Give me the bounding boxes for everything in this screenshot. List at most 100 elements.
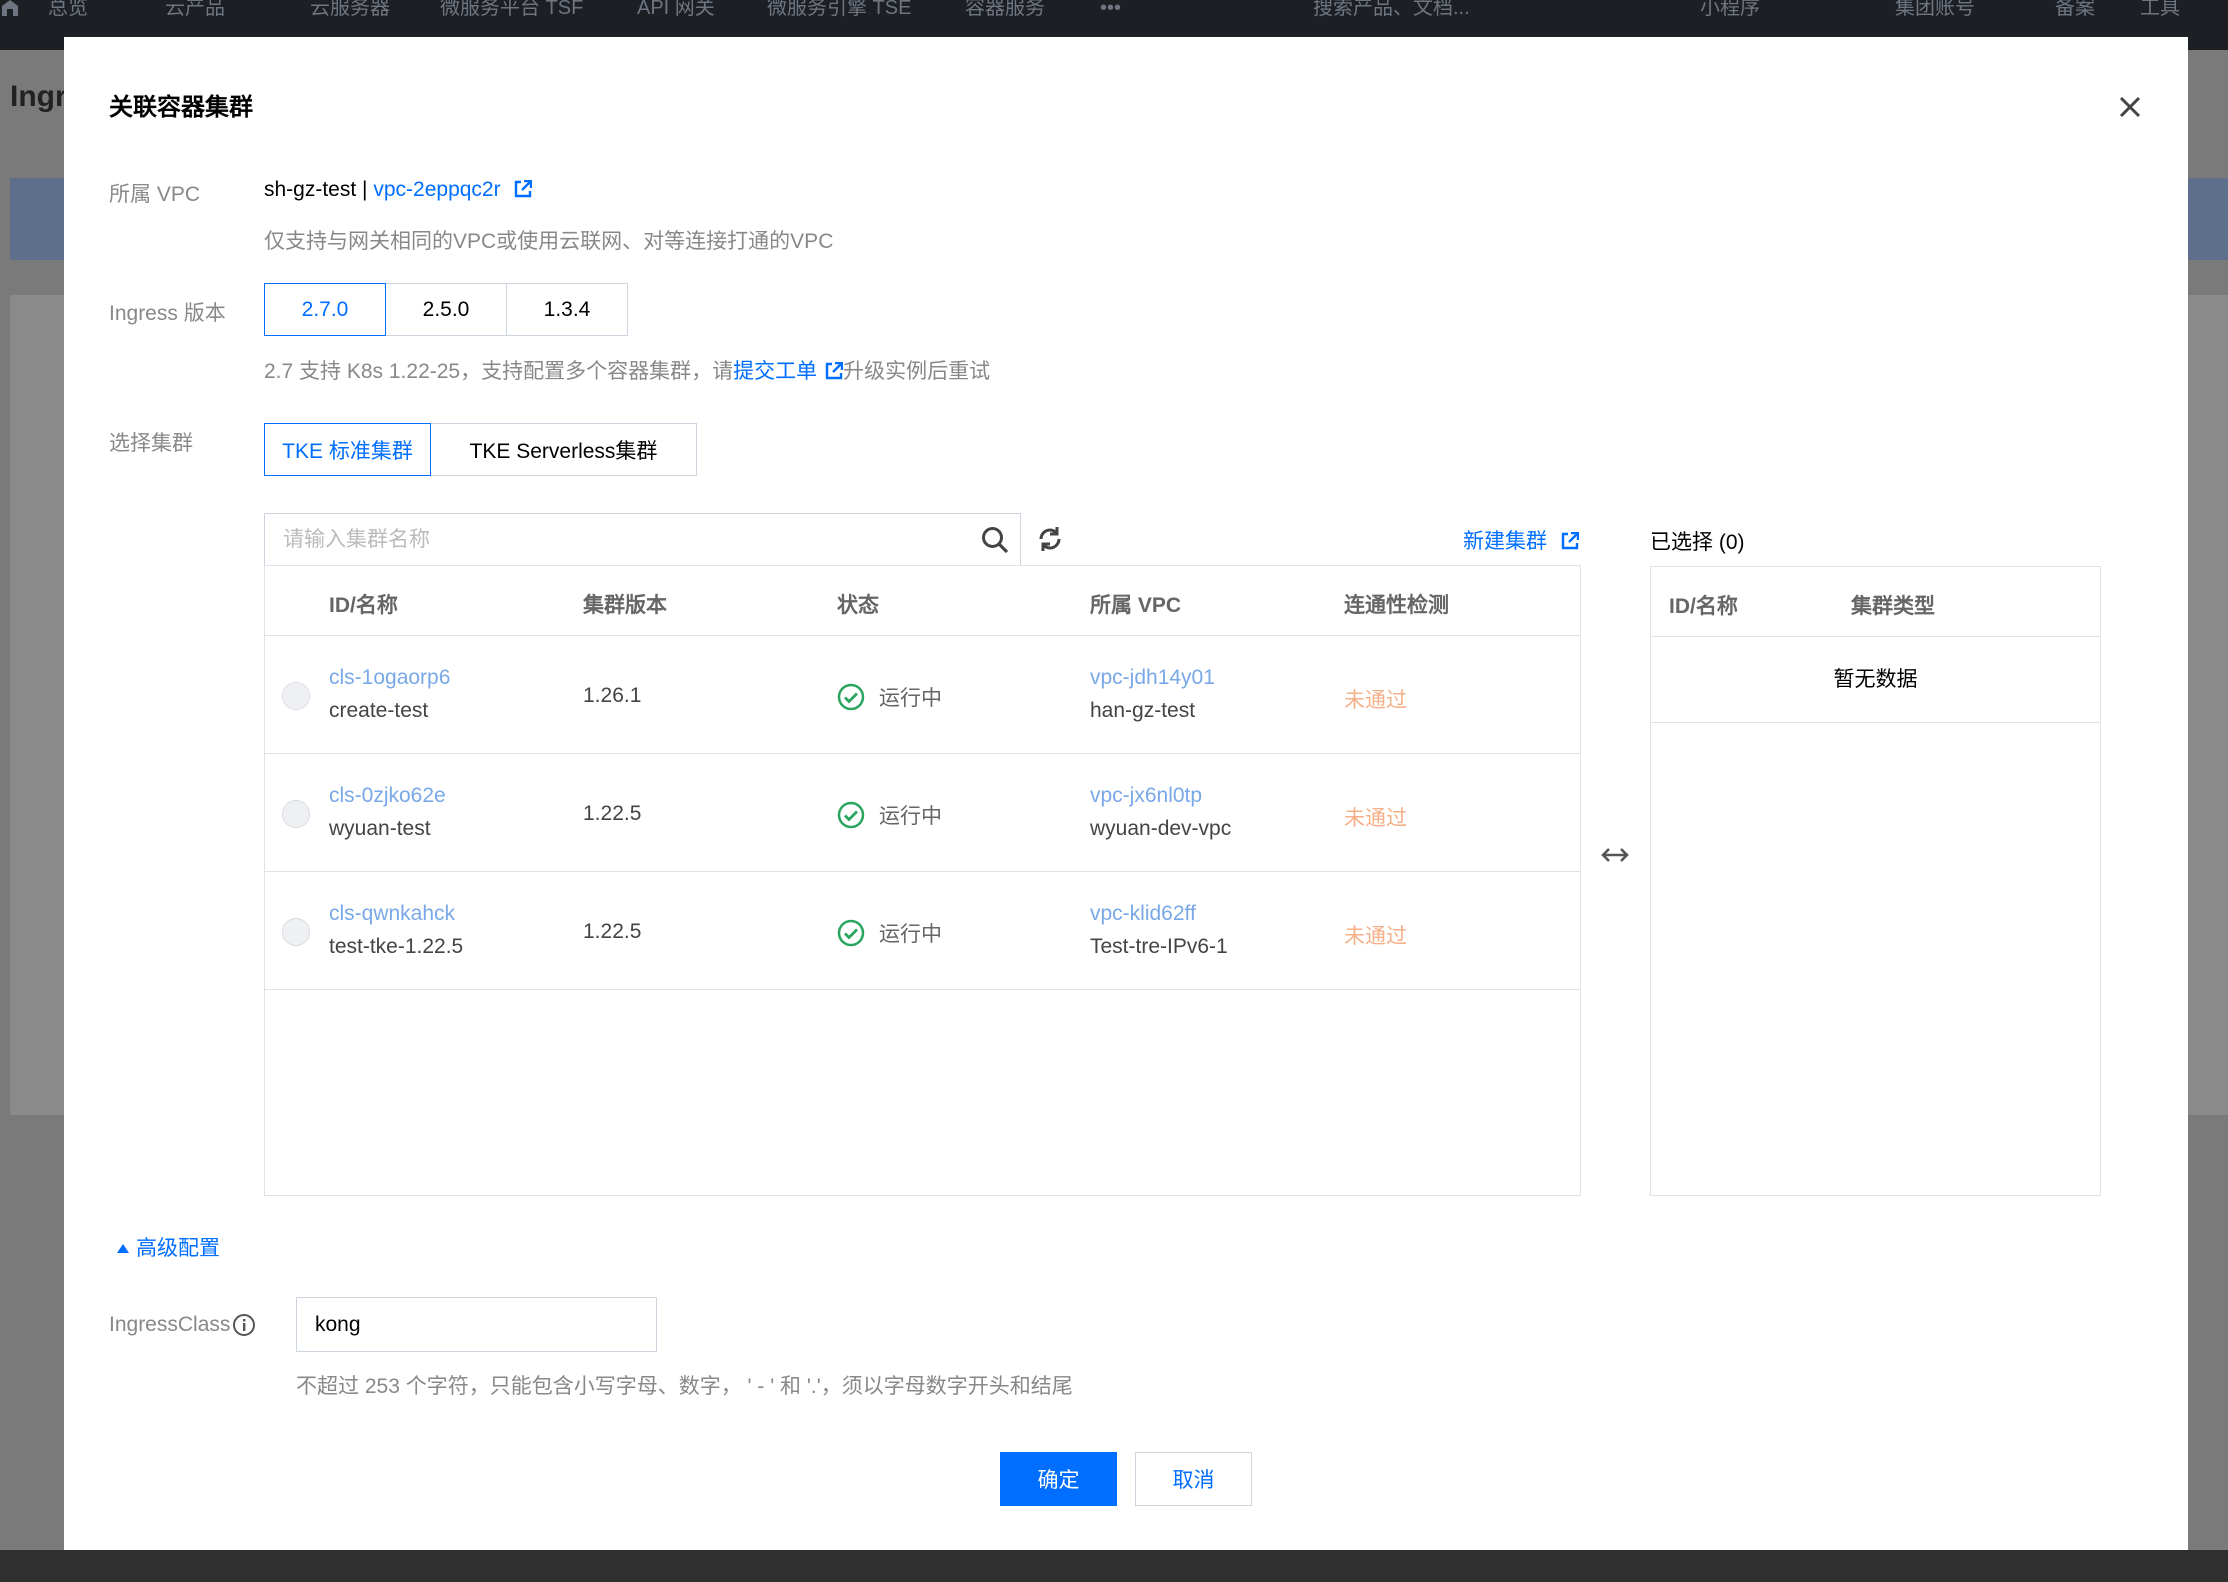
ingress-class-label: IngressClass (109, 1313, 256, 1337)
vpc-name: sh-gz-test (264, 178, 357, 201)
close-icon[interactable] (2114, 91, 2146, 123)
nav-more[interactable]: ••• (1100, 0, 1121, 18)
version-hint-suffix: 升级实例后重试 (843, 360, 991, 383)
external-link-icon[interactable] (1561, 532, 1579, 550)
nav-beian[interactable]: 备案 (2055, 0, 2095, 18)
cluster-version: 1.22.5 (583, 802, 642, 825)
home-icon[interactable] (0, 0, 20, 16)
col-vpc: 所属 VPC (1090, 594, 1182, 617)
check-circle-icon (837, 683, 865, 711)
external-link-icon[interactable] (514, 180, 533, 198)
table-row[interactable]: cls-1ogaorp6 create-test 1.26.1 运行中 vpc-… (265, 636, 1580, 754)
nav-account[interactable]: 集团账号 (1895, 0, 1975, 18)
col-selected-id-name: ID/名称 (1669, 595, 1738, 618)
confirm-button[interactable]: 确定 (1000, 1452, 1117, 1506)
version-option-2-7-0[interactable]: 2.7.0 (264, 283, 386, 336)
table-row[interactable]: cls-qwnkahck test-tke-1.22.5 1.22.5 运行中 … (265, 872, 1580, 990)
advanced-config-label[interactable]: 高级配置 (136, 1237, 220, 1260)
refresh-icon[interactable] (1036, 525, 1064, 553)
transfer-arrows-icon (1601, 848, 1629, 862)
vpc-separator: | (362, 178, 368, 201)
nav-cvm[interactable]: 云服务器 (310, 0, 390, 18)
caret-up-icon[interactable] (116, 1242, 130, 1254)
nav-miniprogram[interactable]: 小程序 (1700, 0, 1760, 18)
ingress-class-hint: 不超过 253 个字符，只能包含小写字母、数字， ' - ' 和 '.'，须以字… (296, 1375, 1073, 1398)
cluster-status: 运行中 (837, 800, 942, 830)
nav-tse[interactable]: 微服务引擎 TSE (767, 0, 911, 18)
ingress-class-field[interactable] (296, 1297, 657, 1352)
new-cluster-label[interactable]: 新建集群 (1463, 530, 1547, 553)
nav-api-gateway[interactable]: API 网关 (637, 0, 715, 18)
table-row[interactable]: cls-0zjko62e wyuan-test 1.22.5 运行中 vpc-j… (265, 754, 1580, 872)
cluster-id-link[interactable]: cls-1ogaorp6 (329, 666, 450, 690)
cluster-id-link[interactable]: cls-qwnkahck (329, 902, 455, 926)
select-cluster-label: 选择集群 (109, 432, 193, 455)
selected-table: ID/名称 集群类型 暂无数据 (1650, 566, 2101, 1196)
info-icon[interactable] (232, 1313, 256, 1337)
tab-tke-standard[interactable]: TKE 标准集群 (264, 423, 431, 476)
ingress-class-input[interactable] (315, 1312, 635, 1337)
ingress-class-label-text: IngressClass (109, 1313, 231, 1336)
connectivity-status: 未通过 (1344, 807, 1407, 830)
submit-ticket-link[interactable]: 提交工单 (733, 360, 817, 383)
tab-tke-serverless[interactable]: TKE Serverless集群 (430, 423, 697, 476)
vpc-hint: 仅支持与网关相同的VPC或使用云联网、对等连接打通的VPC (264, 230, 834, 253)
empty-state: 暂无数据 (1651, 637, 2100, 723)
col-connectivity: 连通性检测 (1344, 594, 1449, 617)
vpc-id-link[interactable]: vpc-jx6nl0tp (1090, 784, 1202, 808)
col-version: 集群版本 (583, 594, 667, 617)
new-cluster-link[interactable]: 新建集群 (1463, 525, 1579, 555)
ingress-version-label: Ingress 版本 (109, 302, 226, 325)
version-option-1-3-4[interactable]: 1.3.4 (506, 283, 628, 336)
page-title: Ingr (10, 80, 67, 113)
search-icon[interactable] (980, 525, 1010, 555)
bottom-bar (0, 1550, 2228, 1582)
cluster-status: 运行中 (837, 682, 942, 712)
advanced-config-toggle[interactable]: 高级配置 (116, 1232, 220, 1262)
nav-search[interactable]: 搜索产品、文档... (1313, 0, 1470, 18)
version-hint-text: 2.7 支持 K8s 1.22-25，支持配置多个容器集群，请 (264, 360, 734, 383)
vpc-id-link[interactable]: vpc-2eppqc2r (373, 178, 500, 201)
cluster-name: test-tke-1.22.5 (329, 935, 464, 958)
nav-products[interactable]: 云产品 (165, 0, 225, 18)
connectivity-status: 未通过 (1344, 925, 1407, 948)
connectivity-status: 未通过 (1344, 689, 1407, 712)
vpc-name: Test-tre-IPv6-1 (1090, 935, 1228, 958)
table-header: ID/名称 集群版本 状态 所属 VPC 连通性检测 (265, 566, 1580, 636)
nav-tsf[interactable]: 微服务平台 TSF (440, 0, 583, 18)
status-text: 运行中 (879, 923, 942, 946)
vpc-id-link[interactable]: vpc-jdh14y01 (1090, 666, 1215, 690)
row-radio[interactable] (282, 682, 310, 710)
vpc-value: sh-gz-test | vpc-2eppqc2r (264, 178, 533, 202)
col-status: 状态 (837, 594, 879, 617)
cluster-search-box[interactable] (264, 513, 1021, 566)
nav-tke[interactable]: 容器服务 (965, 0, 1045, 18)
version-option-2-5-0[interactable]: 2.5.0 (385, 283, 507, 336)
row-radio[interactable] (282, 800, 310, 828)
nav-tools[interactable]: 工具 (2140, 0, 2180, 18)
col-cluster-type: 集群类型 (1851, 595, 1935, 618)
cluster-table: ID/名称 集群版本 状态 所属 VPC 连通性检测 cls-1ogaorp6 … (264, 565, 1581, 1196)
ingress-version-hint: 2.7 支持 K8s 1.22-25，支持配置多个容器集群，请提交工单 升级实例后… (264, 355, 990, 385)
check-circle-icon (837, 919, 865, 947)
status-text: 运行中 (879, 805, 942, 828)
check-circle-icon (837, 801, 865, 829)
vpc-name: han-gz-test (1090, 699, 1196, 722)
cluster-version: 1.22.5 (583, 920, 642, 943)
associate-cluster-dialog: 关联容器集群 所属 VPC sh-gz-test | vpc-2eppqc2r … (64, 37, 2188, 1550)
cluster-name: create-test (329, 699, 429, 722)
vpc-id-link[interactable]: vpc-klid62ff (1090, 902, 1196, 926)
vpc-name: wyuan-dev-vpc (1090, 817, 1232, 840)
row-radio[interactable] (282, 918, 310, 946)
vpc-label: 所属 VPC (109, 183, 201, 206)
nav-overview[interactable]: 总览 (48, 0, 88, 18)
cluster-search-input[interactable] (283, 527, 933, 552)
external-link-icon[interactable] (825, 362, 844, 380)
cluster-status: 运行中 (837, 918, 942, 948)
cancel-button[interactable]: 取消 (1135, 1452, 1252, 1506)
selected-table-header: ID/名称 集群类型 (1651, 567, 2100, 637)
cluster-id-link[interactable]: cls-0zjko62e (329, 784, 446, 808)
dialog-title: 关联容器集群 (109, 94, 253, 121)
cluster-version: 1.26.1 (583, 684, 642, 707)
cluster-name: wyuan-test (329, 817, 431, 840)
